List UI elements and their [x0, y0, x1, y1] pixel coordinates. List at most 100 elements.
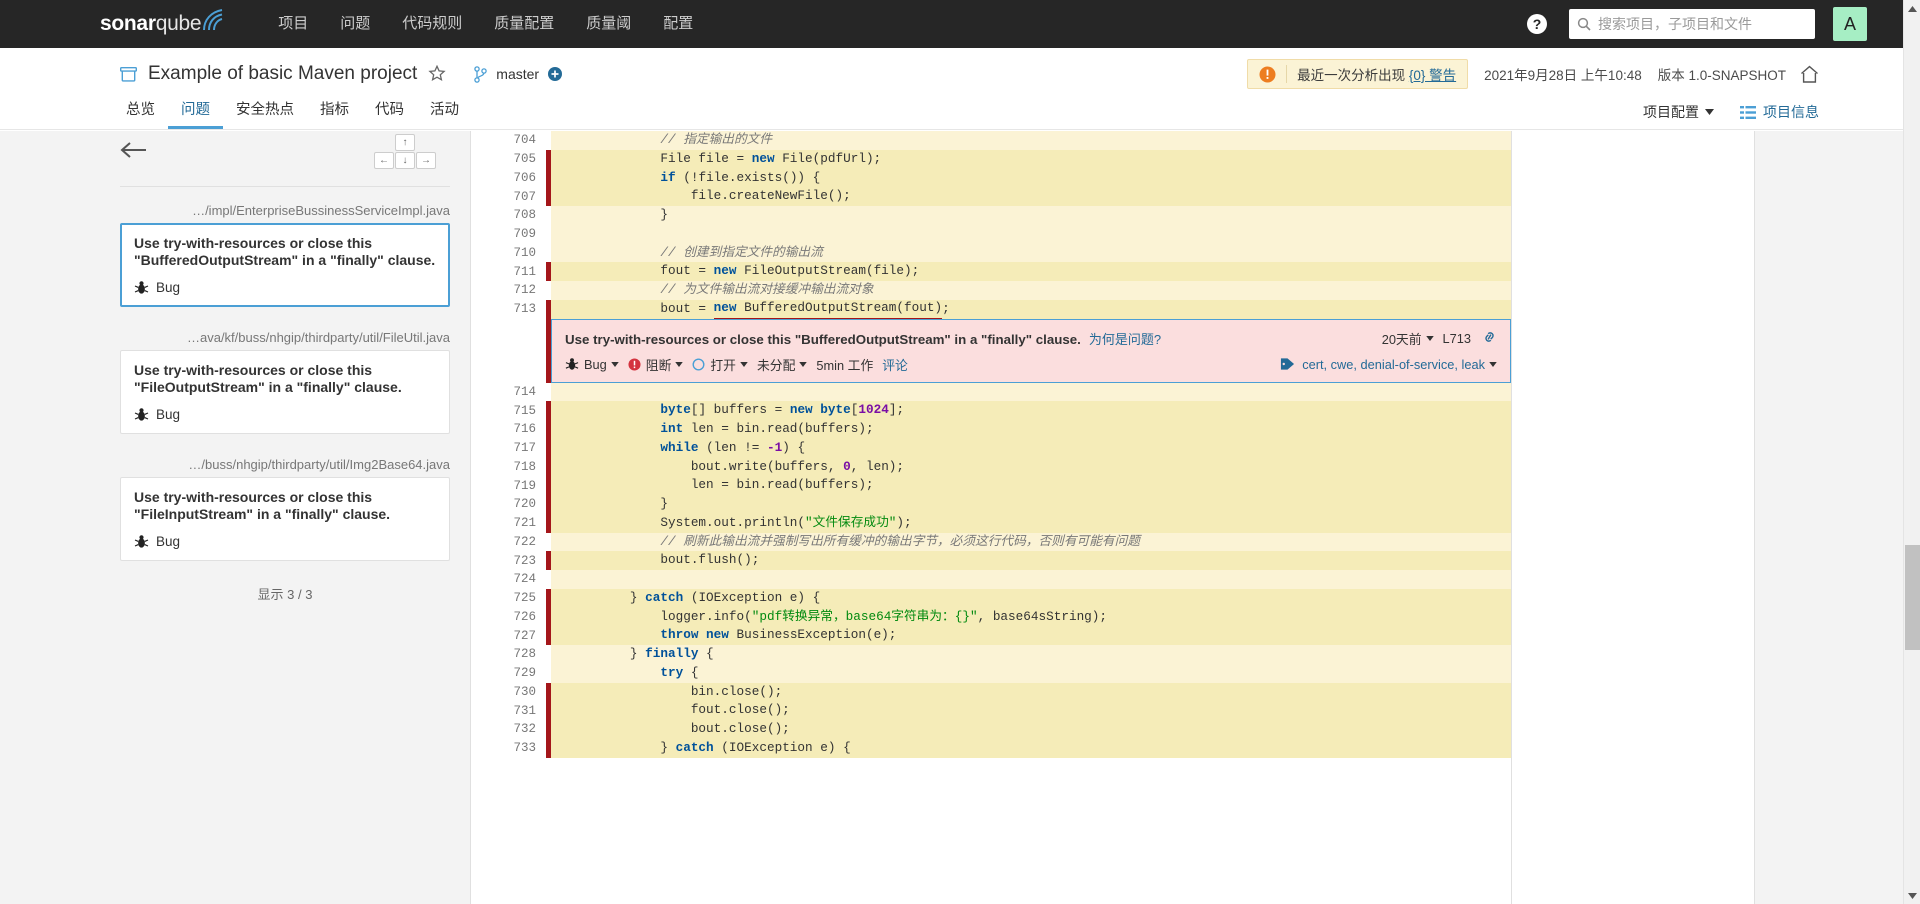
scroll-up-arrow[interactable] [1904, 0, 1920, 17]
link-icon[interactable] [1482, 330, 1497, 347]
tab-security-hotspots[interactable]: 安全热点 [223, 98, 307, 129]
code-line: 713 bout = new BufferedOutputStream(fout… [471, 299, 1511, 319]
sidebar-file-path-1[interactable]: …/impl/EnterpriseBussinessServiceImpl.ja… [120, 203, 450, 218]
avatar[interactable]: A [1833, 7, 1867, 41]
code-line-number[interactable]: 713 [471, 302, 546, 317]
sidebar-issue-type-1: Bug [134, 280, 436, 295]
code-line-number[interactable]: 711 [471, 264, 546, 279]
home-icon[interactable] [1800, 65, 1819, 84]
analysis-warning-link[interactable]: {0} 警告 [1409, 68, 1456, 83]
project-header: Example of basic Maven project master 最近… [0, 48, 1903, 100]
issue-severity-selector[interactable]: 阻断 [628, 355, 684, 374]
tab-code[interactable]: 代码 [362, 98, 417, 129]
code-line-number[interactable]: 717 [471, 441, 546, 456]
tab-measures[interactable]: 指标 [307, 98, 362, 129]
code-keyword: int [660, 421, 684, 436]
search-box[interactable] [1569, 9, 1815, 39]
code-line-text: } finally { [551, 645, 1511, 664]
nav-item-rules[interactable]: 代码规则 [386, 0, 478, 48]
code-line-number[interactable]: 723 [471, 553, 546, 568]
sidebar-issue-card-3[interactable]: Use try-with-resources or close this "Fi… [120, 477, 450, 562]
search-input[interactable] [1598, 16, 1807, 32]
code-line-number[interactable]: 727 [471, 628, 546, 643]
code-token: ); [896, 514, 912, 530]
issue-line-label: L713 [1442, 330, 1471, 346]
issue-comment-button[interactable]: 评论 [882, 355, 908, 374]
nav-item-quality-profiles[interactable]: 质量配置 [478, 0, 570, 48]
code-line-number[interactable]: 732 [471, 722, 546, 737]
code-line-number[interactable]: 708 [471, 208, 546, 223]
code-line: 709 [471, 224, 1511, 244]
code-line-number[interactable]: 733 [471, 741, 546, 756]
back-arrow-icon[interactable] [120, 140, 148, 160]
branch-selector[interactable]: master [474, 65, 563, 83]
code-line-number[interactable]: 710 [471, 245, 546, 260]
code-line-number[interactable]: 707 [471, 189, 546, 204]
code-line-number[interactable]: 706 [471, 170, 546, 185]
sidebar-issue-type-label-1: Bug [156, 280, 181, 296]
page-title[interactable]: Example of basic Maven project [148, 63, 417, 85]
code-line: 726 logger.info("pdf转换异常，base64字符串为：{}",… [471, 607, 1511, 627]
code-line-number[interactable]: 731 [471, 703, 546, 718]
code-line-number[interactable]: 726 [471, 609, 546, 624]
help-icon[interactable]: ? [1527, 14, 1547, 34]
divider [120, 186, 450, 187]
project-config-menu[interactable]: 项目配置 [1643, 102, 1714, 122]
global-nav-links: 项目 问题 代码规则 质量配置 质量阈 配置 [262, 0, 709, 48]
sidebar-file-path-2[interactable]: …ava/kf/buss/nhgip/thirdparty/util/FileU… [120, 330, 450, 345]
code-line-number[interactable]: 712 [471, 283, 546, 298]
code-token: File(pdfUrl); [774, 150, 882, 166]
code-line-number[interactable]: 728 [471, 647, 546, 662]
code-line-number[interactable]: 724 [471, 572, 546, 587]
code-token: bout = [569, 300, 714, 316]
nav-item-projects[interactable]: 项目 [262, 0, 324, 48]
project-information-button[interactable]: 项目信息 [1740, 102, 1819, 122]
why-is-this-an-issue-link[interactable]: 为何是问题? [1089, 332, 1161, 347]
code-line-number[interactable]: 718 [471, 459, 546, 474]
tab-issues[interactable]: 问题 [168, 98, 223, 129]
sidebar-file-path-3[interactable]: …/buss/nhgip/thirdparty/util/Img2Base64.… [120, 457, 450, 472]
page-scrollbar[interactable] [1903, 0, 1920, 904]
issue-tags-selector[interactable]: cert, cwe, denial-of-service, leak [1280, 357, 1497, 372]
code-keyword: new [713, 299, 737, 319]
sidebar-issue-card-2[interactable]: Use try-with-resources or close this "Fi… [120, 350, 450, 435]
tab-activity[interactable]: 活动 [417, 98, 472, 129]
code-keyword: throw new [660, 627, 729, 643]
sidebar-issue-card-1[interactable]: Use try-with-resources or close this "Bu… [120, 223, 450, 308]
nav-item-issues[interactable]: 问题 [324, 0, 386, 48]
code-line-number[interactable]: 709 [471, 227, 546, 242]
scroll-down-arrow[interactable] [1904, 887, 1920, 904]
code-line-number[interactable]: 722 [471, 534, 546, 549]
code-line-number[interactable]: 716 [471, 422, 546, 437]
code-line-number[interactable]: 730 [471, 684, 546, 699]
code-line-number[interactable]: 725 [471, 591, 546, 606]
code-line-number[interactable]: 715 [471, 403, 546, 418]
code-line: 730 bin.close(); [471, 682, 1511, 702]
sonarqube-logo[interactable]: sonarqube [100, 0, 228, 48]
issue-date[interactable]: 20天前 [1382, 329, 1422, 348]
issue-type-selector[interactable]: Bug [565, 357, 619, 372]
issue-status-selector[interactable]: 打开 [692, 355, 748, 374]
code-line-number[interactable]: 729 [471, 666, 546, 681]
scrollbar-thumb[interactable] [1905, 545, 1920, 650]
analysis-warning-pill[interactable]: 最近一次分析出现 {0} 警告 [1247, 59, 1469, 89]
sidebar-issue-type-label-2: Bug [156, 407, 181, 423]
nav-item-quality-gates[interactable]: 质量阈 [570, 0, 647, 48]
nav-item-administration[interactable]: 配置 [647, 0, 709, 48]
code-line-number[interactable]: 719 [471, 478, 546, 493]
code-keyword: new [713, 263, 737, 279]
code-token: ) { [782, 439, 806, 455]
tab-overview[interactable]: 总览 [113, 98, 168, 129]
code-line-text: } [551, 206, 1511, 225]
issue-assignee-selector[interactable]: 未分配 [757, 355, 808, 374]
sidebar-issue-message-2: Use try-with-resources or close this "Fi… [134, 362, 402, 396]
code-line-text: File file = new File(pdfUrl); [551, 149, 1511, 169]
star-icon[interactable] [428, 65, 446, 83]
code-line-number[interactable]: 714 [471, 384, 546, 399]
code-line-number[interactable]: 721 [471, 516, 546, 531]
code-line-number[interactable]: 720 [471, 497, 546, 512]
plus-circle-icon[interactable] [548, 67, 563, 81]
code-line-number[interactable]: 705 [471, 152, 546, 167]
code-line-number[interactable]: 704 [471, 133, 546, 148]
issue-detail-box: Use try-with-resources or close this "Bu… [551, 318, 1511, 383]
